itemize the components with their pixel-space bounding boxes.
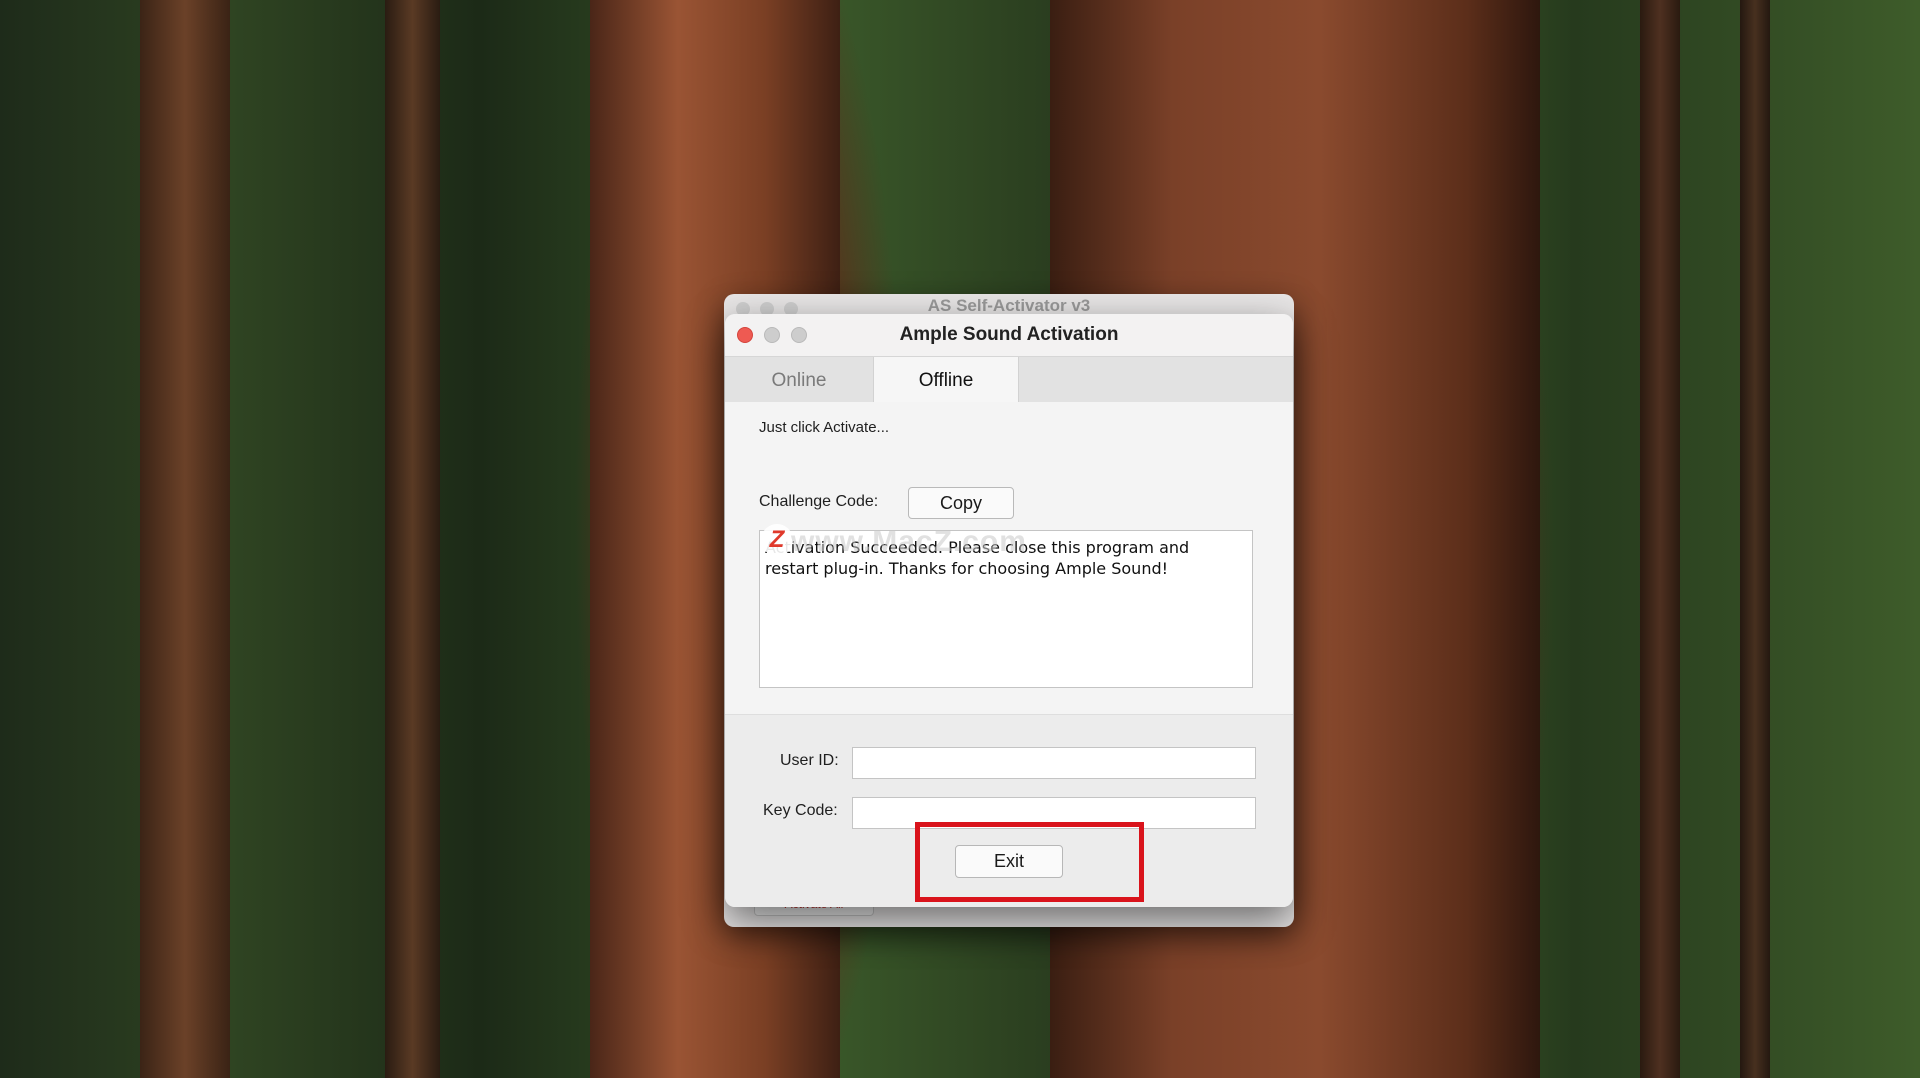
window-title: Ample Sound Activation [899,324,1119,345]
tree-trunk [1640,0,1680,1078]
tree-trunk [1740,0,1770,1078]
tab-bar: Online Offline [725,357,1293,402]
background-window-title: AS Self-Activator v3 [927,296,1091,315]
user-id-label: User ID: [780,752,839,769]
highlight-box [915,822,1144,902]
offline-panel: Just click Activate... Challenge Code: C… [725,402,1293,714]
instruction-text: Just click Activate... [759,419,890,436]
activation-dialog: Ample Sound Activation Online Offline Ju… [725,314,1293,907]
tree-trunk [385,0,440,1078]
user-id-field[interactable] [852,747,1256,779]
challenge-code-label: Challenge Code: [759,493,879,510]
copy-button[interactable]: Copy [908,487,1014,519]
tab-offline[interactable]: Offline [873,357,1019,402]
tree-trunk [140,0,230,1078]
tab-online[interactable]: Online [725,357,873,402]
key-code-label: Key Code: [763,802,838,819]
title-bar: Ample Sound Activation [725,314,1293,357]
watermark-logo: Z [761,524,793,556]
watermark-text: www.MacZ.com [791,525,1027,558]
